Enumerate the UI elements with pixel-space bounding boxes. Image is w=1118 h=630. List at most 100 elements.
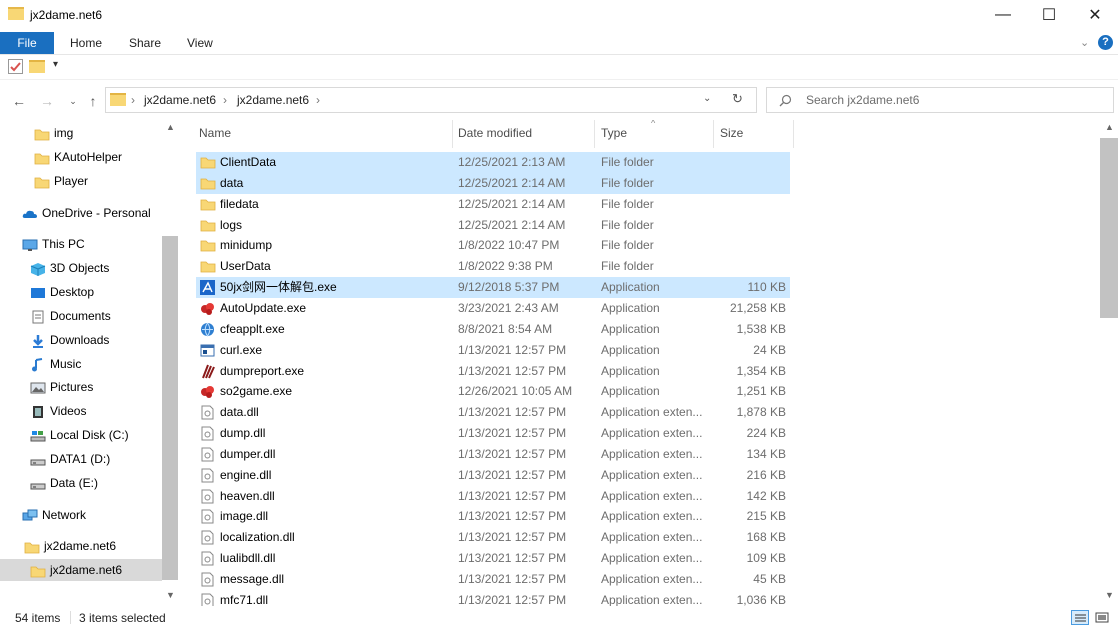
properties-icon[interactable] [8, 59, 23, 74]
address-dropdown-icon[interactable]: ⌄ [703, 93, 711, 104]
refresh-icon[interactable]: ↻ [732, 91, 743, 107]
nav-item-label: jx2dame.net6 [50, 563, 123, 577]
folder-icon [34, 126, 50, 141]
file-row[interactable]: heaven.dll 1/13/2021 12:57 PM Application … [196, 486, 790, 507]
file-date: 9/12/2018 5:37 PM [458, 280, 560, 295]
column-header-type[interactable]: Type [601, 126, 627, 140]
file-name: localization.dll [220, 530, 295, 545]
nav-item[interactable]: DATA1 (D:) [0, 448, 162, 470]
nav-item[interactable]: Local Disk (C:) [0, 424, 162, 446]
file-name: UserData [220, 259, 271, 274]
breadcrumb-separator-icon[interactable]: › [223, 93, 227, 107]
forward-button[interactable]: → [36, 90, 58, 112]
tab-home[interactable]: Home [70, 32, 102, 54]
file-row[interactable]: dump.dll 1/13/2021 12:57 PM Application ex… [196, 423, 790, 444]
new-folder-icon[interactable] [29, 60, 45, 73]
column-header-date[interactable]: Date modified [458, 126, 532, 140]
folder-icon [200, 238, 216, 253]
nav-item[interactable]: Desktop [0, 281, 162, 303]
nav-item[interactable]: Videos [0, 400, 162, 422]
nav-item[interactable]: Documents [0, 305, 162, 327]
recent-locations-icon[interactable]: ⌄ [62, 90, 84, 112]
file-date: 1/13/2021 12:57 PM [458, 488, 567, 503]
details-view-icon[interactable] [1071, 610, 1089, 625]
file-name: 50jx剑网一体解包.exe [220, 280, 337, 295]
nav-item[interactable]: Network [0, 504, 162, 526]
file-date: 8/8/2021 8:54 AM [458, 321, 553, 336]
nav-item[interactable]: Player [0, 170, 162, 192]
nav-item[interactable]: img [0, 122, 162, 144]
file-row[interactable]: engine.dll 1/13/2021 12:57 PM Application … [196, 465, 790, 486]
close-button[interactable]: ✕ [1072, 0, 1118, 30]
file-row[interactable]: UserData 1/8/2022 9:38 PM File folder [196, 256, 790, 277]
file-list-scrollbar[interactable]: ▲ ▼ [1100, 120, 1118, 606]
search-box[interactable]: Search jx2dame.net6 [766, 87, 1114, 113]
file-row[interactable]: data 12/25/2021 2:14 AM File folder [196, 172, 790, 194]
minimize-button[interactable]: — [980, 0, 1026, 30]
nav-item[interactable]: KAutoHelper [0, 146, 162, 168]
large-icons-view-icon[interactable] [1094, 610, 1110, 625]
file-row[interactable]: AutoUpdate.exe 3/23/2021 2:43 AM Applicati… [196, 298, 790, 319]
nav-item[interactable]: Downloads [0, 329, 162, 351]
ribbon-expand-icon[interactable]: ⌄ [1080, 36, 1089, 49]
dll-icon [200, 509, 215, 524]
file-date: 1/13/2021 12:57 PM [458, 530, 567, 545]
tab-file[interactable]: File [0, 32, 54, 54]
nav-item-label: DATA1 (D:) [50, 452, 111, 466]
file-row[interactable]: minidump 1/8/2022 10:47 PM File folder [196, 235, 790, 256]
file-row[interactable]: so2game.exe 12/26/2021 10:05 AM Applicatio… [196, 381, 790, 402]
file-row[interactable]: mfc71.dll 1/13/2021 12:57 PM Application e… [196, 590, 790, 606]
file-row[interactable]: localization.dll 1/13/2021 12:57 PM Applic… [196, 527, 790, 548]
dll-icon [200, 489, 215, 504]
breadcrumb-separator-icon[interactable]: › [316, 93, 320, 107]
file-name: data [220, 175, 244, 190]
window-app-icon [200, 343, 215, 358]
drive-icon [30, 452, 46, 466]
file-row[interactable]: cfeapplt.exe 8/8/2021 8:54 AM Application 1… [196, 319, 790, 340]
file-date: 1/13/2021 12:57 PM [458, 363, 567, 378]
nav-item[interactable]: jx2dame.net6 [0, 559, 162, 581]
tab-share[interactable]: Share [129, 32, 161, 54]
nav-item[interactable]: Data (E:) [0, 472, 162, 494]
breadcrumb-separator-icon[interactable]: › [131, 93, 135, 107]
pc-icon [22, 237, 38, 251]
file-row[interactable]: filedata 12/25/2021 2:14 AM File folder [196, 194, 790, 215]
breadcrumb-item[interactable]: jx2dame.net6 [144, 93, 216, 107]
help-icon[interactable]: ? [1098, 35, 1113, 50]
file-row[interactable]: lualibdll.dll 1/13/2021 12:57 PM Applicati… [196, 548, 790, 569]
nav-item[interactable]: This PC [0, 233, 162, 255]
nav-item-label: Downloads [50, 333, 110, 347]
tab-view[interactable]: View [187, 32, 213, 54]
address-bar[interactable]: › jx2dame.net6 › jx2dame.net6 › ⌄ ↻ [105, 87, 757, 113]
maximize-button[interactable]: ☐ [1026, 0, 1072, 30]
file-row[interactable]: logs 12/25/2021 2:14 AM File folder [196, 215, 790, 236]
nav-item-label: Videos [50, 404, 87, 418]
nav-item[interactable]: OneDrive - Personal [0, 202, 162, 224]
nav-item[interactable]: 3D Objects [0, 257, 162, 279]
file-type: Application exten... [601, 426, 703, 441]
up-button[interactable]: ↑ [82, 90, 104, 112]
nav-item[interactable]: Music [0, 353, 162, 375]
file-row[interactable]: dumpreport.exe 1/13/2021 12:57 PM Applicat… [196, 361, 790, 382]
file-row[interactable]: message.dll 1/13/2021 12:57 PM Application… [196, 569, 790, 590]
file-list-scroll-thumb[interactable] [1100, 138, 1118, 318]
file-row[interactable]: curl.exe 1/13/2021 12:57 PM Application 24 … [196, 340, 790, 361]
back-button[interactable]: ← [8, 90, 30, 112]
file-row[interactable]: data.dll 1/13/2021 12:57 PM Application ex… [196, 402, 790, 423]
column-header-name[interactable]: Name [199, 126, 231, 140]
qat-customize-icon[interactable]: ▾ [53, 59, 58, 70]
nav-item[interactable]: jx2dame.net6 [0, 535, 162, 557]
file-row[interactable]: 50jx剑网一体解包.exe 9/12/2018 5:37 PM Applicati… [196, 277, 790, 299]
file-name: minidump [220, 238, 273, 253]
breadcrumb-item[interactable]: jx2dame.net6 [237, 93, 309, 107]
file-row[interactable]: image.dll 1/13/2021 12:57 PM Application e… [196, 506, 790, 527]
nav-scrollbar[interactable]: ▲ ▼ [162, 120, 178, 606]
folder-icon [34, 174, 50, 189]
dll-icon [200, 426, 215, 441]
file-row[interactable]: ClientData 12/25/2021 2:13 AM File folder [196, 152, 790, 173]
column-header-size[interactable]: Size [720, 126, 743, 140]
file-row[interactable]: dumper.dll 1/13/2021 12:57 PM Application … [196, 444, 790, 465]
dll-icon [200, 447, 215, 462]
nav-item[interactable]: Pictures [0, 376, 162, 398]
nav-scroll-thumb[interactable] [162, 236, 178, 580]
